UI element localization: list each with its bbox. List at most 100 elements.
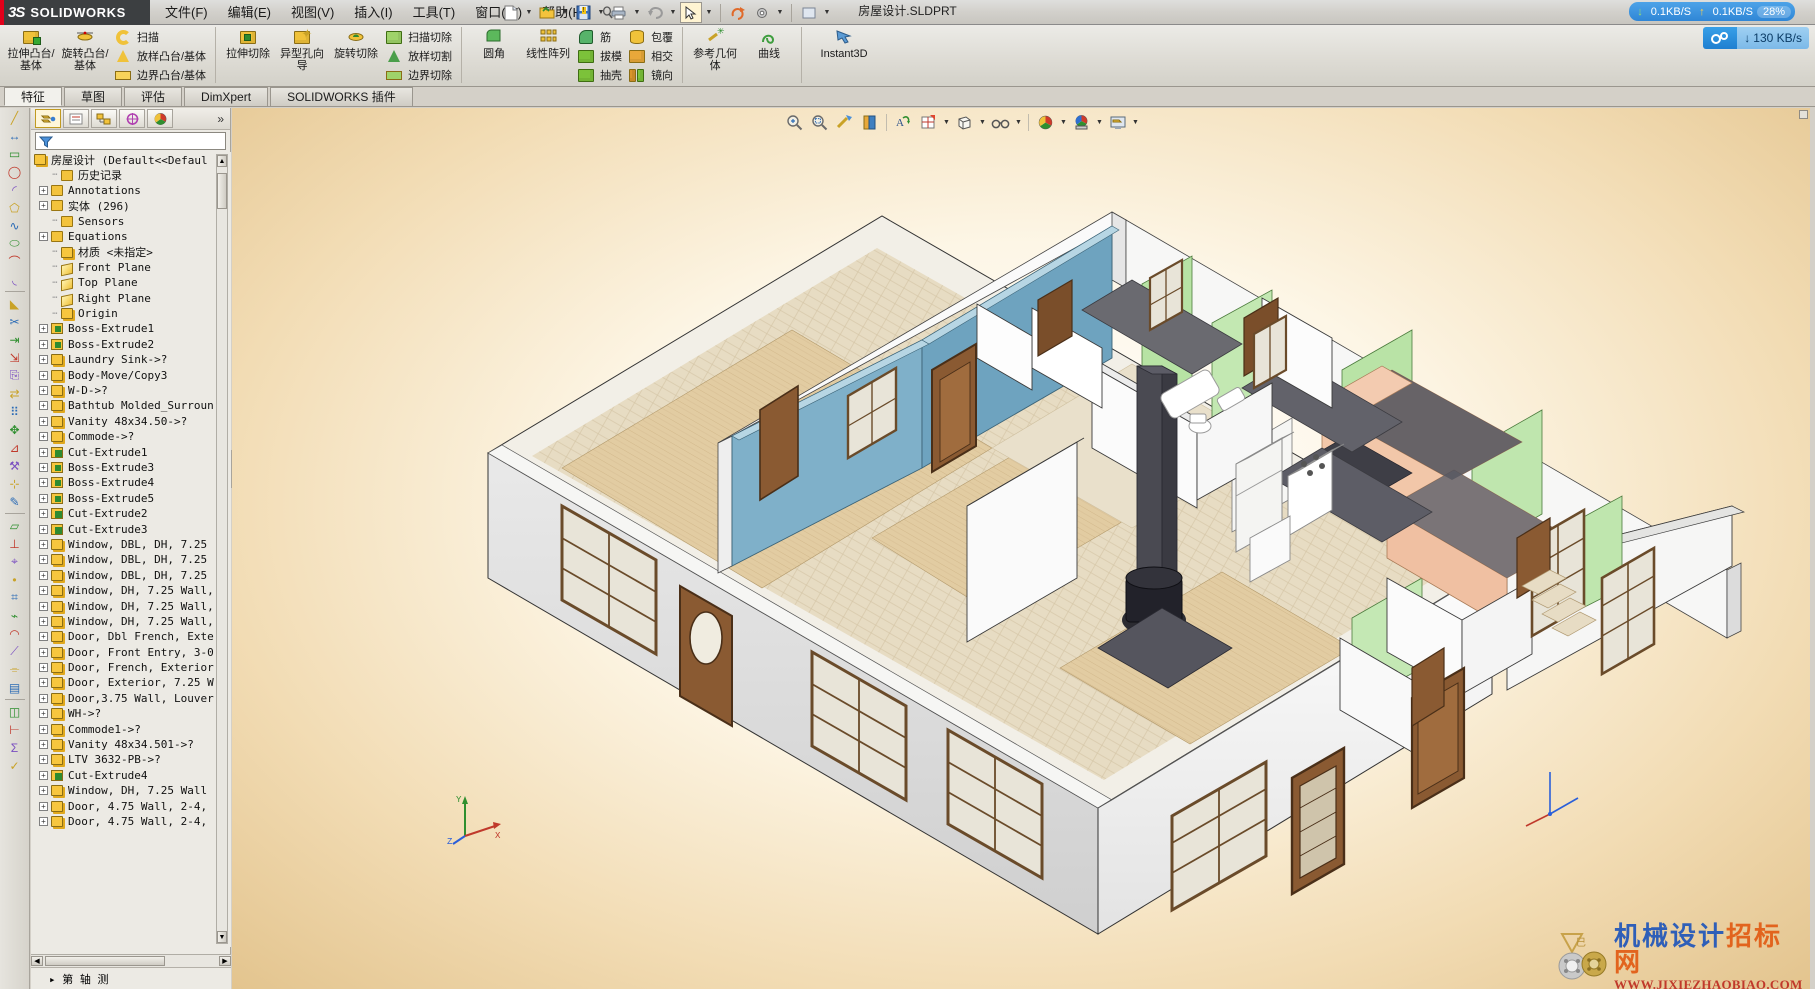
display-delete-relation-icon[interactable]: ⊿	[3, 439, 27, 456]
linear-pattern-button[interactable]: 线性阵列	[521, 25, 575, 83]
line-icon[interactable]: ╱	[3, 109, 27, 126]
tree-expand-icon[interactable]: +	[39, 678, 48, 688]
tree-item[interactable]: ⋯ Top Plane	[31, 275, 231, 292]
tree-item[interactable]: + Boss-Extrude2	[31, 337, 231, 352]
tree-expand-icon[interactable]: +	[39, 232, 48, 242]
offset-icon[interactable]: ⇲	[3, 349, 27, 366]
tree-expand-icon[interactable]: +	[39, 601, 48, 611]
repair-sketch-icon[interactable]: ⚒	[3, 457, 27, 474]
circle-icon[interactable]: ◯	[3, 163, 27, 180]
ruled-surface-icon[interactable]: ▤	[3, 679, 27, 696]
tree-expand-icon[interactable]: +	[39, 693, 48, 703]
scroll-left-arrow-icon[interactable]: ◀	[31, 956, 43, 966]
tab-sketch[interactable]: 草图	[64, 87, 123, 106]
tree-item[interactable]: + WH->?	[31, 706, 231, 721]
mate-reference-icon[interactable]: ⌗	[3, 589, 27, 606]
configuration-manager-tab[interactable]	[91, 109, 117, 128]
curve-through-points-icon[interactable]: ⌁	[3, 607, 27, 624]
sweep-cut-button[interactable]: 扫描切除	[383, 27, 456, 46]
tree-expand-icon[interactable]: +	[39, 570, 48, 580]
tab-solidworks-addins[interactable]: SOLIDWORKS 插件	[270, 87, 413, 106]
tree-item[interactable]: + Cut-Extrude3	[31, 521, 231, 536]
hole-wizard-button[interactable]: ✦ 异型孔向导	[275, 25, 329, 83]
tree-expand-icon[interactable]: +	[39, 493, 48, 503]
tree-expand-icon[interactable]: +	[39, 770, 48, 780]
reference-geometry-button[interactable]: ✳ 参考几何体	[688, 25, 742, 83]
loft-boss-button[interactable]: 放样凸台/基体	[112, 46, 210, 65]
tree-item[interactable]: + Window, DH, 7.25 Wall,	[31, 598, 231, 613]
expand-tabs-chevron-icon[interactable]: »	[217, 112, 224, 126]
tree-item[interactable]: + Cut-Extrude2	[31, 506, 231, 521]
convert-entities-icon[interactable]: ⎘	[3, 367, 27, 384]
extend-icon[interactable]: ⇥	[3, 331, 27, 348]
tree-item[interactable]: + Door, Exterior, 7.25 W	[31, 675, 231, 690]
network-overlay-badge[interactable]: ↓ 130 KB/s	[1703, 27, 1809, 49]
tree-expand-icon[interactable]: +	[39, 555, 48, 565]
tree-expand-icon[interactable]: +	[39, 647, 48, 657]
boundary-boss-button[interactable]: 边界凸台/基体	[112, 65, 210, 84]
fillet-button[interactable]: 圆角	[467, 25, 521, 83]
tree-item[interactable]: + Boss-Extrude1	[31, 321, 231, 336]
tree-hscroll-thumb[interactable]	[45, 956, 165, 966]
house-model-3d[interactable]	[232, 108, 1810, 989]
tree-item[interactable]: + Window, DH, 7.25 Wall	[31, 783, 231, 798]
section-view-icon[interactable]: ◫	[3, 703, 27, 720]
measure-icon[interactable]: ⊢	[3, 721, 27, 738]
intersect-button[interactable]: 相交	[626, 46, 677, 65]
display-manager-tab[interactable]	[147, 109, 173, 128]
wrap-button[interactable]: 包覆	[626, 27, 677, 46]
tab-dimxpert[interactable]: DimXpert	[184, 87, 269, 106]
property-manager-tab[interactable]	[63, 109, 89, 128]
tree-item[interactable]: + Window, DBL, DH, 7.25 '	[31, 568, 231, 583]
draft-button[interactable]: 拔模	[575, 46, 626, 65]
feature-manager-tab[interactable]	[35, 109, 61, 128]
mirror-button[interactable]: 镜向	[626, 65, 677, 84]
parabola-icon[interactable]: ⌒	[3, 253, 27, 270]
helix-icon[interactable]: ◠	[3, 625, 27, 642]
tree-item[interactable]: + Door, Dbl French, Exte	[31, 629, 231, 644]
linear-sketch-pattern-icon[interactable]: ⠿	[3, 403, 27, 420]
tree-expand-icon[interactable]: +	[39, 416, 48, 426]
rapid-sketch-icon[interactable]: ✎	[3, 493, 27, 510]
tree-expand-icon[interactable]: +	[39, 724, 48, 734]
check-icon[interactable]: ✓	[3, 757, 27, 774]
tree-item[interactable]: + Door, 4.75 Wall, 2-4,	[31, 814, 231, 829]
tree-item[interactable]: + Commode1->?	[31, 721, 231, 736]
tree-root-item[interactable]: 房屋设计 (Default<<Defaul	[31, 152, 231, 167]
tree-expand-icon[interactable]: +	[39, 539, 48, 549]
coordinate-system-icon[interactable]: ⌖	[3, 553, 27, 570]
tree-item[interactable]: + Boss-Extrude5	[31, 491, 231, 506]
tree-item[interactable]: + Annotations	[31, 183, 231, 198]
tree-item[interactable]: + Door,3.75 Wall, Louver	[31, 691, 231, 706]
revolve-boss-button[interactable]: 旋转凸台/基体	[58, 25, 112, 83]
spline-icon[interactable]: ∿	[3, 217, 27, 234]
point-tool-icon[interactable]: •	[3, 571, 27, 588]
graphics-area[interactable]: A ▼ ▼ ▼ ▼ ▼ ▼ Y X Z 巳 机械设计招标网 WWW.JIXIEZ…	[232, 108, 1810, 989]
arc-icon[interactable]: ◜	[3, 181, 27, 198]
tree-item[interactable]: ⋯ Origin	[31, 306, 231, 321]
tree-expand-icon[interactable]: +	[39, 632, 48, 642]
tree-item[interactable]: + Body-Move/Copy3	[31, 367, 231, 382]
tree-expand-icon[interactable]: +	[39, 478, 48, 488]
tree-expand-icon[interactable]: +	[39, 463, 48, 472]
chamfer-sketch-icon[interactable]: ◣	[3, 295, 27, 312]
projected-curve-icon[interactable]: ⟋	[3, 643, 27, 660]
scroll-down-arrow-icon[interactable]: ▼	[217, 931, 227, 943]
tree-expand-icon[interactable]: +	[39, 386, 48, 396]
tree-item[interactable]: + Boss-Extrude4	[31, 475, 231, 490]
tree-item[interactable]: + Cut-Extrude1	[31, 444, 231, 459]
tree-item[interactable]: ⋯ Sensors	[31, 214, 231, 229]
tree-item[interactable]: + Window, DH, 7.25 Wall,	[31, 583, 231, 598]
tree-expand-icon[interactable]: +	[39, 432, 48, 442]
mass-properties-icon[interactable]: Σ	[3, 739, 27, 756]
tree-expand-icon[interactable]: +	[39, 370, 48, 380]
tree-expand-icon[interactable]: +	[39, 801, 48, 811]
revolve-cut-button[interactable]: 旋转切除	[329, 25, 383, 83]
plane-tool-icon[interactable]: ▱	[3, 517, 27, 534]
tab-evaluate[interactable]: 评估	[124, 87, 183, 106]
ellipse-icon[interactable]: ⬭	[3, 235, 27, 252]
tree-expand-icon[interactable]: +	[39, 509, 48, 519]
tree-expand-icon[interactable]: +	[39, 185, 48, 195]
tree-item[interactable]: + Boss-Extrude3	[31, 460, 231, 475]
move-entities-icon[interactable]: ✥	[3, 421, 27, 438]
